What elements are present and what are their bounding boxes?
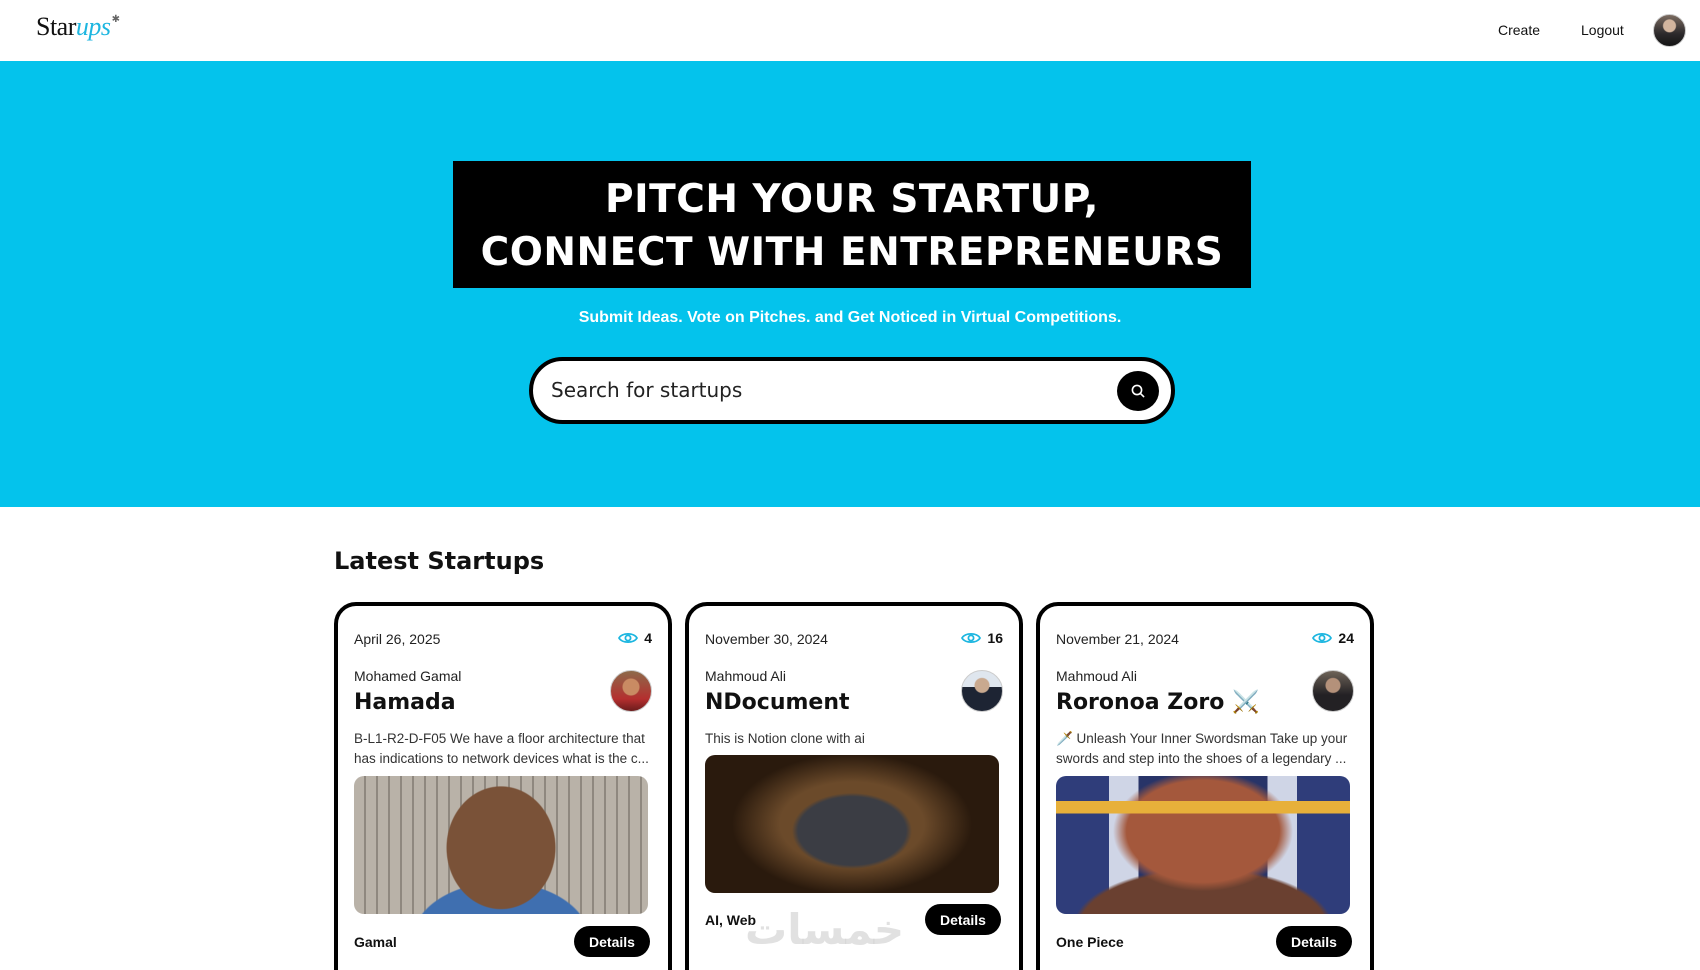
section-title: Latest Startups (334, 547, 545, 575)
details-button[interactable]: Details (925, 904, 1001, 935)
hero-heading: PITCH YOUR STARTUP, CONNECT WITH ENTREPR… (453, 161, 1251, 288)
search-icon (1131, 384, 1145, 398)
author-avatar[interactable] (610, 670, 652, 712)
search-input[interactable] (551, 375, 1071, 405)
card-author[interactable]: Mahmoud Ali (1056, 668, 1137, 684)
eye-icon (961, 632, 982, 644)
search-form (529, 357, 1175, 424)
hero-title-line2: CONNECT WITH ENTREPRENEURS (480, 230, 1224, 275)
card-date: November 21, 2024 (1056, 631, 1179, 647)
startup-card: November 21, 2024 24 Mahmoud Ali Roronoa… (1036, 602, 1374, 970)
search-button[interactable] (1117, 371, 1159, 411)
logo-text-main: Star (36, 12, 76, 41)
card-description: This is Notion clone with ai (705, 731, 865, 746)
card-category[interactable]: One Piece (1056, 934, 1124, 950)
author-avatar[interactable] (1312, 670, 1354, 712)
card-title[interactable]: Hamada (354, 690, 456, 715)
card-author[interactable]: Mahmoud Ali (705, 668, 786, 684)
logo[interactable]: Starups ✱ (36, 12, 120, 42)
card-views: 16 (961, 630, 1003, 646)
logo-text-accent: ups (75, 12, 111, 41)
views-count: 4 (644, 630, 652, 646)
card-author[interactable]: Mohamed Gamal (354, 668, 461, 684)
hero-section: PITCH YOUR STARTUP, CONNECT WITH ENTREPR… (0, 61, 1700, 507)
card-title[interactable]: Roronoa Zoro ⚔️ (1056, 690, 1259, 715)
create-link[interactable]: Create (1498, 22, 1540, 38)
card-category[interactable]: Gamal (354, 934, 397, 950)
card-image[interactable] (1056, 776, 1350, 914)
eye-icon (1312, 632, 1333, 644)
details-button[interactable]: Details (1276, 926, 1352, 957)
card-description: B-L1-R2-D-F05 We have a floor architectu… (354, 731, 649, 766)
card-date: April 26, 2025 (354, 631, 441, 647)
hero-title-line1: PITCH YOUR STARTUP, (605, 177, 1099, 222)
views-count: 16 (987, 630, 1003, 646)
user-avatar[interactable] (1653, 14, 1686, 47)
card-date: November 30, 2024 (705, 631, 828, 647)
card-image[interactable] (354, 776, 648, 914)
hero-subtitle: Submit Ideas. Vote on Pitches. and Get N… (578, 309, 1122, 326)
views-count: 24 (1338, 630, 1354, 646)
details-button[interactable]: Details (574, 926, 650, 957)
card-views: 24 (1312, 630, 1354, 646)
startup-card: April 26, 2025 4 Mohamed Gamal Hamada B-… (334, 602, 672, 970)
watermark: خمسات (745, 905, 905, 954)
sparkle-icon: ✱ (111, 14, 120, 25)
eye-icon (618, 632, 639, 644)
card-image[interactable] (705, 755, 999, 893)
logout-link[interactable]: Logout (1581, 22, 1624, 38)
navbar: Starups ✱ Create Logout (0, 0, 1700, 61)
card-title[interactable]: NDocument (705, 690, 850, 715)
card-views: 4 (618, 630, 652, 646)
card-description: 🗡️ Unleash Your Inner Swordsman Take up … (1056, 731, 1348, 766)
author-avatar[interactable] (961, 670, 1003, 712)
